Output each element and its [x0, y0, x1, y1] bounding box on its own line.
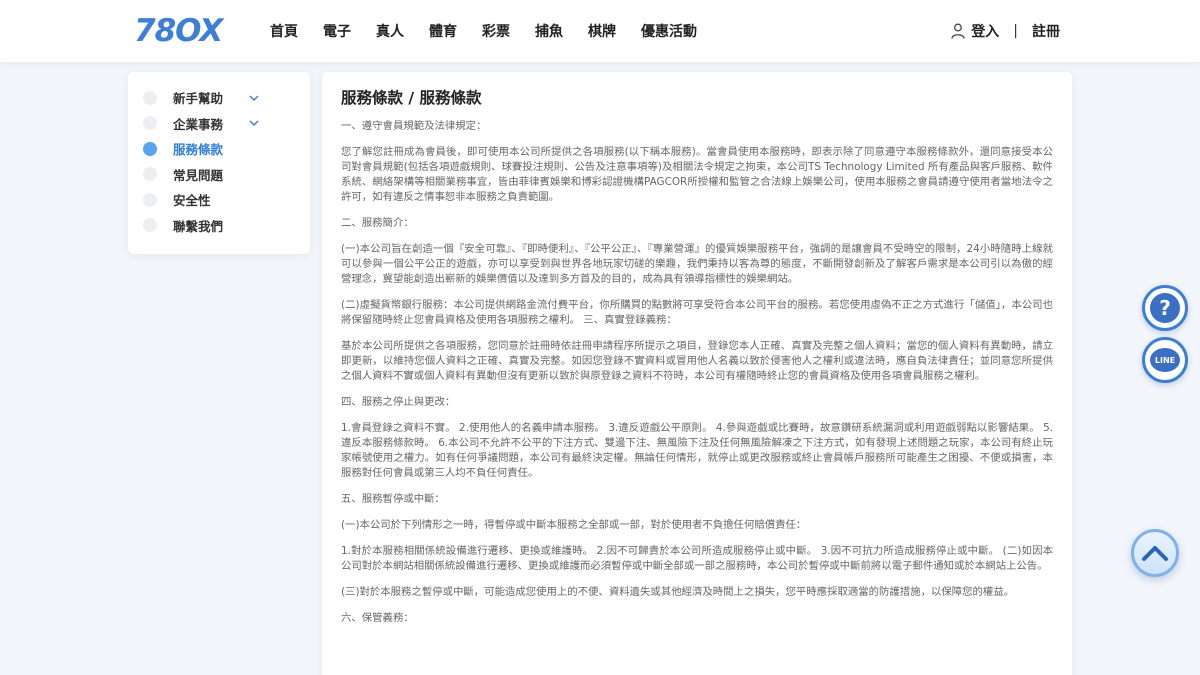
register-link[interactable]: 註冊: [1032, 21, 1060, 41]
bullet-icon: [143, 167, 157, 182]
sidebar-item-label: 聯繫我們: [173, 218, 224, 234]
nav-home[interactable]: 首頁: [270, 21, 298, 41]
content-paragraph: 您了解您註冊成為會員後，即可使用本公司所提供之各項服務(以下稱本服務)。當會員使…: [341, 146, 1053, 203]
nav-promotions[interactable]: 優惠活動: [641, 21, 697, 41]
bullet-icon: [143, 90, 157, 105]
section-heading: 五、服務暫停或中斷：: [341, 493, 445, 505]
sidebar-item-security[interactable]: 安全性: [128, 187, 310, 213]
bullet-icon: [143, 116, 157, 131]
nav-chess[interactable]: 棋牌: [588, 21, 616, 41]
sidebar-item-label: 服務條款: [173, 142, 224, 158]
sidebar-item-beginner-help[interactable]: 新手幫助: [128, 85, 310, 111]
help-button[interactable]: ?: [1142, 285, 1188, 331]
nav-lottery[interactable]: 彩票: [482, 21, 510, 41]
top-header: 78OX 首頁 電子 真人 體育 彩票 捕魚 棋牌 優惠活動 登入 | 註冊: [0, 0, 1200, 62]
terms-content-panel: 服務條款 / 服務條款 一、遵守會員規範及法律規定： 您了解您註冊成為會員後，即…: [322, 72, 1072, 675]
sidebar-item-contact-us[interactable]: 聯繫我們: [128, 213, 310, 239]
content-paragraph: (一)本公司於下列情形之一時，得暫停或中斷本服務之全部或一部，對於使用者不負擔任…: [341, 519, 807, 531]
content-paragraph: 1.對於本服務相關係統設備進行遷移、更換或維護時。 2.因不可歸責於本公司所造成…: [341, 545, 1053, 572]
auth-area: 登入 | 註冊: [951, 0, 1060, 62]
content-paragraph: (一)本公司旨在創造一個『安全可靠』、『即時便利』、『公平公正』、『專業營運』的…: [341, 243, 1053, 285]
chevron-up-icon: [1142, 546, 1168, 561]
bullet-icon: [143, 218, 157, 233]
chevron-down-icon[interactable]: [248, 92, 260, 104]
section-heading: 六、保管義務：: [341, 612, 414, 624]
sidebar-item-corporate-affairs[interactable]: 企業事務: [128, 111, 310, 137]
content-paragraph: (三)對於本服務之暫停或中斷，可能造成您使用上的不便、資料遺失或其他經濟及時間上…: [341, 586, 1015, 598]
content-paragraph: (二)虛擬貨幣銀行服務：本公司提供網路金流付費平台，你所購買的點數將可享受符合本…: [341, 299, 1053, 326]
login-link[interactable]: 登入: [971, 21, 999, 41]
page-title: 服務條款 / 服務條款: [341, 89, 482, 107]
sidebar-item-label: 常見問題: [173, 167, 224, 183]
nav-fishing[interactable]: 捕魚: [535, 21, 563, 41]
site-logo[interactable]: 78OX: [134, 12, 223, 50]
nav-electronic[interactable]: 電子: [323, 21, 351, 41]
main-nav: 首頁 電子 真人 體育 彩票 捕魚 棋牌 優惠活動: [270, 0, 722, 62]
help-sidebar: 新手幫助 企業事務 服務條款 常見問題 安全性 聯繫我們: [128, 72, 310, 254]
section-heading: 四、服務之停止與更改：: [341, 396, 456, 408]
sidebar-item-terms-of-service[interactable]: 服務條款: [128, 136, 310, 162]
auth-separator: |: [1013, 23, 1018, 39]
content-paragraph: 基於本公司所提供之各項服務，您同意於註冊時依註冊申請程序所提示之項目，登錄您本人…: [341, 340, 1053, 382]
user-icon: [951, 23, 965, 39]
content-paragraph: 1.會員登錄之資料不實。 2.使用他人的名義申請本服務。 3.違反遊戲公平原則。…: [341, 422, 1053, 479]
sidebar-item-label: 企業事務: [173, 116, 224, 132]
section-heading: 二、服務簡介：: [341, 217, 414, 229]
line-icon: LINE: [1150, 348, 1180, 372]
question-icon: ?: [1150, 293, 1180, 323]
section-heading: 一、遵守會員規範及法律規定：: [341, 120, 487, 132]
bullet-icon: [143, 141, 157, 156]
nav-live[interactable]: 真人: [376, 21, 404, 41]
line-chat-button[interactable]: LINE: [1142, 337, 1188, 383]
sidebar-item-faq[interactable]: 常見問題: [128, 162, 310, 188]
sidebar-item-label: 新手幫助: [173, 91, 224, 107]
back-to-top-button[interactable]: [1131, 529, 1179, 577]
chevron-down-icon[interactable]: [248, 117, 260, 129]
sidebar-item-label: 安全性: [173, 193, 211, 209]
bullet-icon: [143, 192, 157, 207]
nav-sports[interactable]: 體育: [429, 21, 457, 41]
logo-text: 78OX: [134, 13, 223, 49]
